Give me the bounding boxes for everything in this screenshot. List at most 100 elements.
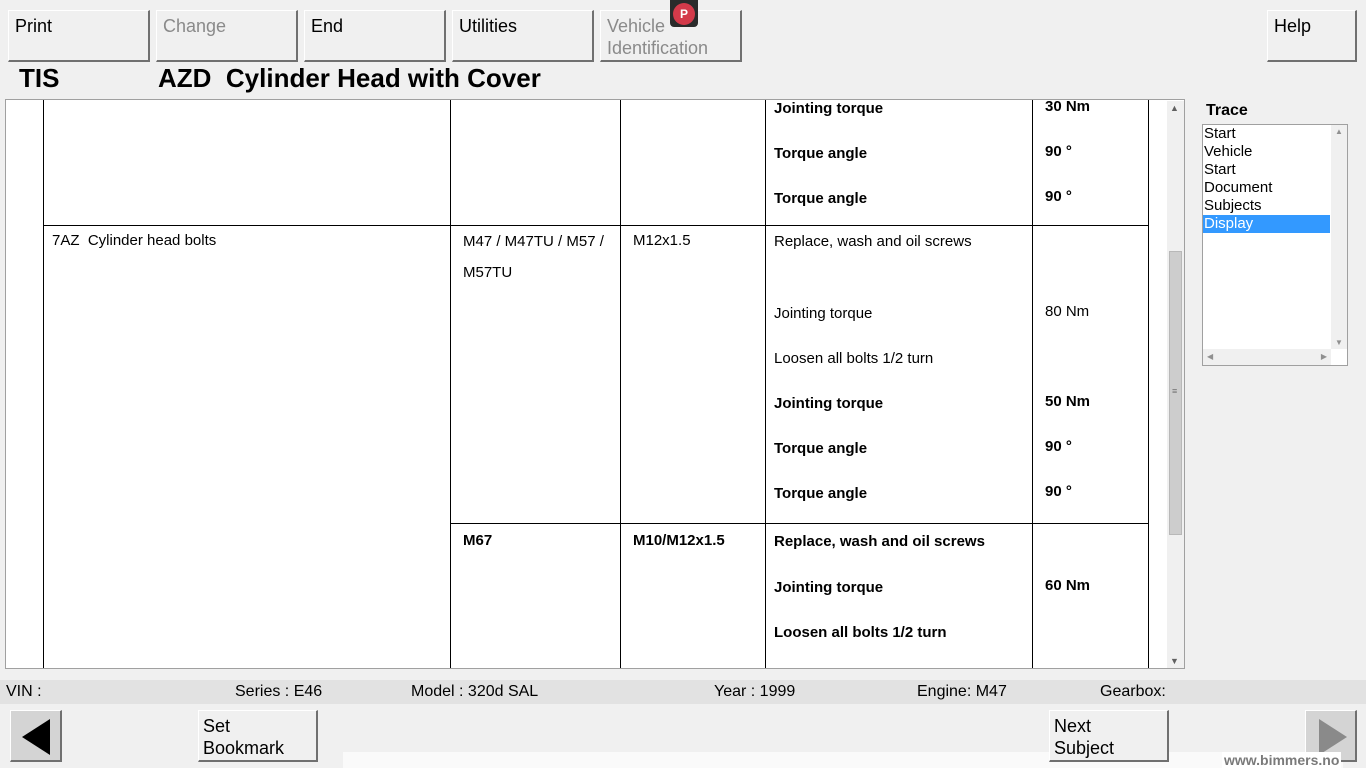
- torque-table: Jointing torque Torque angle Torque angl…: [43, 99, 1149, 668]
- vehicle-id-label-line2: Identification: [607, 38, 709, 58]
- footer-divider: [343, 752, 1343, 768]
- step-label: Jointing torque: [774, 100, 884, 117]
- step-value: 90 °: [1045, 188, 1072, 205]
- engine-label: M47 / M47TU / M57 / M57TU: [463, 233, 604, 281]
- engine-cell: M67: [450, 523, 621, 668]
- trace-list[interactable]: Start Vehicle Start Document Subjects Di…: [1202, 124, 1348, 366]
- step-value: [1045, 337, 1136, 382]
- trace-item[interactable]: Start: [1203, 125, 1330, 143]
- change-button[interactable]: Change: [156, 10, 298, 62]
- content-scrollbar[interactable]: ▲ ≡ ▼: [1167, 101, 1184, 668]
- step-label: [774, 656, 1024, 668]
- step-label: Torque angle: [774, 145, 868, 162]
- step-label: Jointing torque: [774, 305, 873, 322]
- step-label: Torque angle: [774, 190, 868, 207]
- series-label: Series : E46: [235, 683, 323, 700]
- scrollbar-thumb[interactable]: ≡: [1169, 251, 1182, 535]
- step-value: 60 Nm: [1045, 577, 1091, 594]
- trace-hscrollbar[interactable]: ◀ ▶: [1203, 349, 1331, 365]
- trace-item[interactable]: Document: [1203, 179, 1330, 197]
- step-value: 30 Nm: [1045, 99, 1091, 115]
- step-value: 80 Nm: [1045, 303, 1090, 320]
- thread-label: M12x1.5: [633, 232, 691, 249]
- triangle-right-icon: [1319, 719, 1347, 755]
- vin-label: VIN :: [6, 683, 42, 700]
- step-value: 90 °: [1045, 143, 1072, 160]
- help-button[interactable]: Help: [1267, 10, 1357, 62]
- thread-cell: M12x1.5: [620, 225, 766, 524]
- table-cell: Jointing torque Torque angle Torque angl…: [765, 100, 1033, 226]
- step-value: [1045, 611, 1136, 656]
- year-label: Year : 1999: [714, 683, 796, 700]
- trace-item[interactable]: Subjects: [1203, 197, 1330, 215]
- table-cell: [43, 100, 451, 226]
- scroll-down-icon[interactable]: ▼: [1170, 656, 1179, 666]
- step-value: [1045, 524, 1136, 566]
- step-label: Replace, wash and oil screws: [774, 233, 972, 250]
- step-value: [1045, 226, 1136, 263]
- step-label: Jointing torque: [774, 579, 884, 596]
- next-subject-button[interactable]: Next Subject: [1049, 710, 1169, 762]
- triangle-left-icon: [22, 719, 50, 755]
- p-badge-icon: P: [673, 3, 695, 25]
- table-cell: [450, 100, 621, 226]
- scroll-down-icon[interactable]: ▼: [1335, 338, 1343, 347]
- scroll-up-icon[interactable]: ▲: [1335, 127, 1343, 136]
- overlay-badge[interactable]: P: [670, 0, 698, 27]
- scroll-right-icon[interactable]: ▶: [1321, 352, 1327, 361]
- scroll-left-icon[interactable]: ◀: [1207, 352, 1213, 361]
- watermark-text: www.bimmers.no: [1222, 752, 1342, 768]
- document-title: AZD Cylinder Head with Cover: [158, 63, 541, 93]
- model-label: Model : 320d SAL: [411, 683, 539, 700]
- step-label: Replace, wash and oil screws: [774, 533, 985, 550]
- component-label: 7AZ Cylinder head bolts: [52, 232, 217, 249]
- step-label: [774, 263, 1024, 292]
- step-label: Loosen all bolts 1/2 turn: [774, 350, 934, 367]
- bookmark-label-line2: Bookmark: [203, 738, 285, 758]
- step-value: [1045, 263, 1136, 292]
- utilities-button[interactable]: Utilities: [452, 10, 594, 62]
- step-value: 50 Nm: [1045, 393, 1091, 410]
- trace-title: Trace: [1206, 102, 1248, 119]
- step-label: Jointing torque: [774, 395, 884, 412]
- print-button[interactable]: Print: [8, 10, 150, 62]
- component-cell: 7AZ Cylinder head bolts: [43, 225, 451, 668]
- gearbox-label: Gearbox:: [1100, 683, 1166, 700]
- step-value: 90 °: [1045, 438, 1072, 455]
- app-title: TIS: [19, 63, 60, 93]
- print-label: Print: [15, 16, 53, 36]
- values-cell: 60 Nm 50 Nm: [1032, 523, 1149, 668]
- table-row: 7AZ Cylinder head bolts M47 / M47TU / M5…: [43, 225, 1149, 668]
- table-cell: [620, 100, 766, 226]
- change-label: Change: [163, 16, 227, 36]
- next-label-line2: Subject: [1054, 738, 1115, 758]
- set-bookmark-button[interactable]: Set Bookmark: [198, 710, 318, 762]
- next-label-line1: Next: [1054, 716, 1092, 736]
- engine-cell: M47 / M47TU / M57 / M57TU: [450, 225, 621, 524]
- vehicle-status-bar: VIN : Series : E46 Model : 320d SAL Year…: [0, 680, 1366, 704]
- step-value: 50 Nm: [1045, 656, 1136, 668]
- steps-cell: Replace, wash and oil screws Jointing to…: [765, 523, 1033, 668]
- step-label: Torque angle: [774, 440, 868, 457]
- trace-item-selected[interactable]: Display: [1203, 215, 1330, 233]
- trace-item[interactable]: Start: [1203, 161, 1330, 179]
- end-label: End: [311, 16, 344, 36]
- back-button[interactable]: [10, 710, 62, 762]
- end-button[interactable]: End: [304, 10, 446, 62]
- engine-label: Engine: M47: [917, 683, 1007, 700]
- values-cell: 80 Nm 50 Nm 90 ° 90 °: [1032, 225, 1149, 524]
- trace-vscrollbar[interactable]: ▲ ▼: [1331, 125, 1347, 349]
- thread-cell: M10/M12x1.5: [620, 523, 766, 668]
- step-label: Loosen all bolts 1/2 turn: [774, 624, 947, 641]
- utilities-label: Utilities: [459, 16, 518, 36]
- trace-item[interactable]: Vehicle: [1203, 143, 1330, 161]
- engine-label: M67: [463, 532, 493, 549]
- scroll-up-icon[interactable]: ▲: [1170, 103, 1179, 113]
- bookmark-label-line1: Set: [203, 716, 231, 736]
- step-value: 90 °: [1045, 483, 1072, 500]
- steps-cell: Replace, wash and oil screws Jointing to…: [765, 225, 1033, 524]
- help-label: Help: [1274, 16, 1312, 36]
- step-label: Torque angle: [774, 485, 868, 502]
- grip-icon: ≡: [1172, 386, 1178, 396]
- document-content: Jointing torque Torque angle Torque angl…: [5, 99, 1185, 669]
